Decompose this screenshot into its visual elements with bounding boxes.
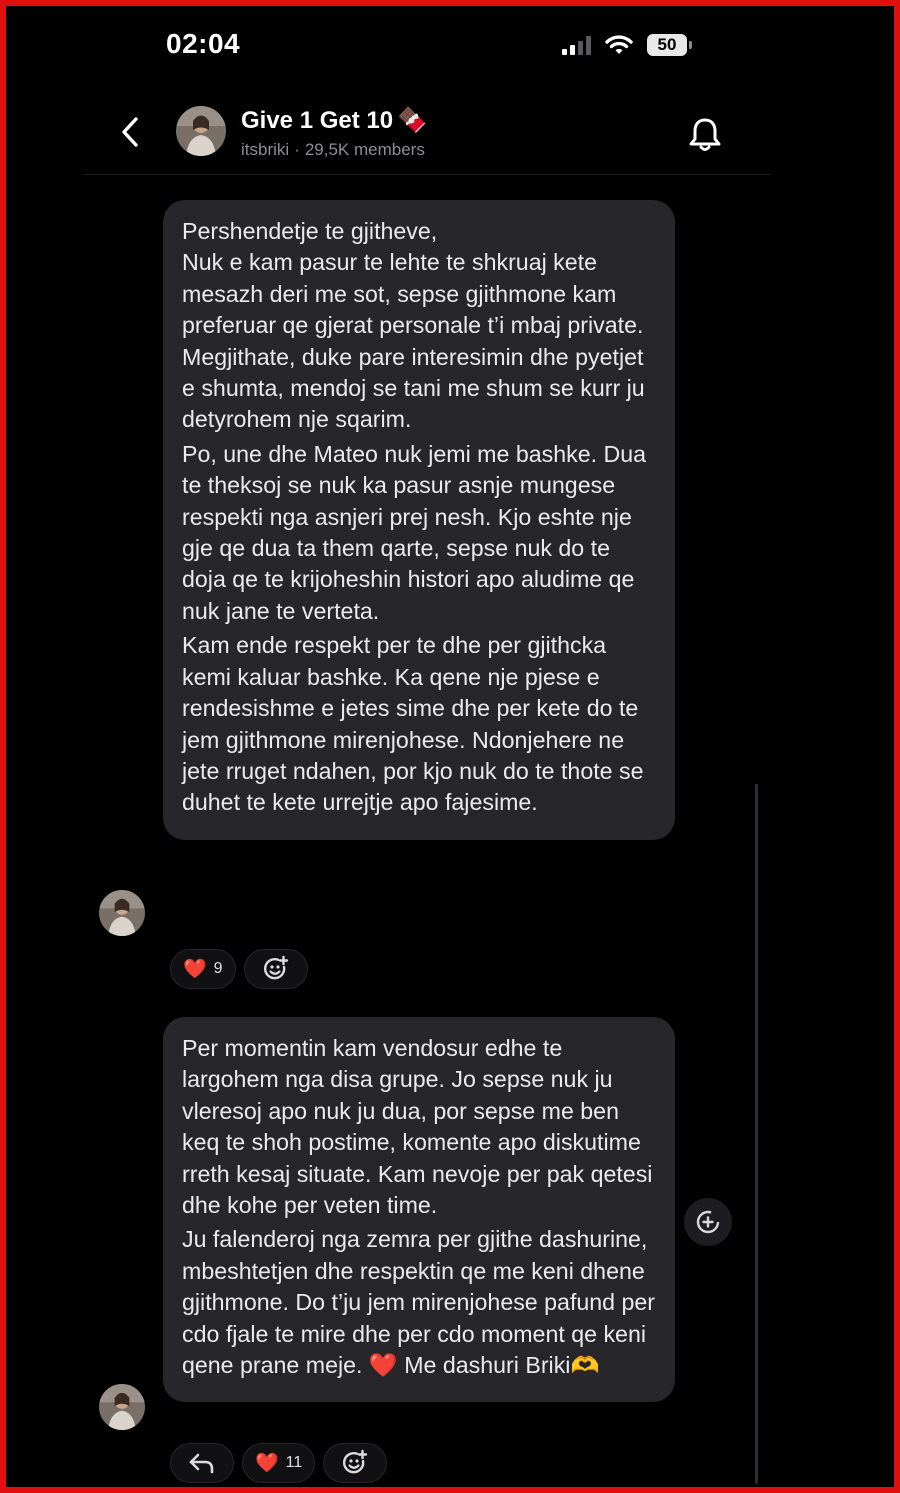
side-add-reaction-button[interactable] [684, 1198, 732, 1246]
channel-title-text: Give 1 Get 10 [241, 106, 394, 134]
add-reaction-icon [263, 955, 288, 980]
message-paragraph: Po, une dhe Mateo nuk jemi me bashke. Du… [182, 440, 647, 624]
message-bubble[interactable]: Pershendetje te gjitheve, Nuk e kam pasu… [163, 200, 675, 840]
reaction-row: ❤️ 11 [170, 1443, 388, 1483]
heart-emoji: ❤️ [183, 959, 207, 980]
channel-handle: itsbriki [241, 140, 290, 159]
chocolate-emoji: 🍫 [397, 107, 427, 134]
channel-title[interactable]: Give 1 Get 10 🍫 [241, 106, 427, 135]
battery-icon: 50 [647, 34, 692, 56]
heart-emoji: ❤️ [255, 1453, 279, 1474]
back-chevron-icon[interactable] [114, 114, 150, 150]
sender-avatar[interactable] [99, 1384, 145, 1430]
sender-avatar[interactable] [99, 890, 145, 936]
message-paragraph: Pershendetje te gjitheve, Nuk e kam pasu… [182, 218, 645, 433]
separator-dot: · [294, 140, 300, 159]
add-reaction-icon [343, 1449, 368, 1474]
wifi-icon [605, 35, 633, 54]
reply-button[interactable] [170, 1443, 234, 1483]
message-paragraph: Ju falenderoj nga zemra per gjithe dashu… [182, 1226, 656, 1379]
bell-icon[interactable] [686, 114, 724, 154]
scrollbar[interactable] [755, 784, 758, 1484]
reaction-count: 11 [285, 1454, 303, 1471]
add-reaction-icon [696, 1210, 720, 1234]
reply-icon [189, 1453, 214, 1474]
add-reaction-button[interactable] [243, 949, 308, 989]
reaction-count: 9 [213, 960, 223, 977]
cellular-signal-icon [562, 35, 591, 55]
message-paragraph: Per momentin kam vendosur edhe te largoh… [182, 1035, 653, 1219]
message-paragraph: Kam ende respekt per te dhe per gjithcka… [182, 632, 644, 816]
member-count: 29,5K members [304, 140, 425, 159]
heart-reaction[interactable]: ❤️ 11 [242, 1443, 316, 1483]
chat-screen: 02:04 50 Give 1 Get 10 🍫 itsbriki · 29,5… [6, 6, 894, 1487]
channel-subtitle: itsbriki · 29,5K members [241, 140, 425, 160]
header-divider [84, 174, 770, 175]
message-bubble[interactable]: Per momentin kam vendosur edhe te largoh… [163, 1017, 675, 1403]
add-reaction-button[interactable] [323, 1443, 388, 1483]
channel-avatar[interactable] [176, 106, 226, 156]
status-time: 02:04 [166, 28, 241, 59]
status-icons: 50 [562, 30, 692, 60]
reaction-row: ❤️ 9 [170, 949, 308, 989]
heart-reaction[interactable]: ❤️ 9 [170, 949, 236, 989]
